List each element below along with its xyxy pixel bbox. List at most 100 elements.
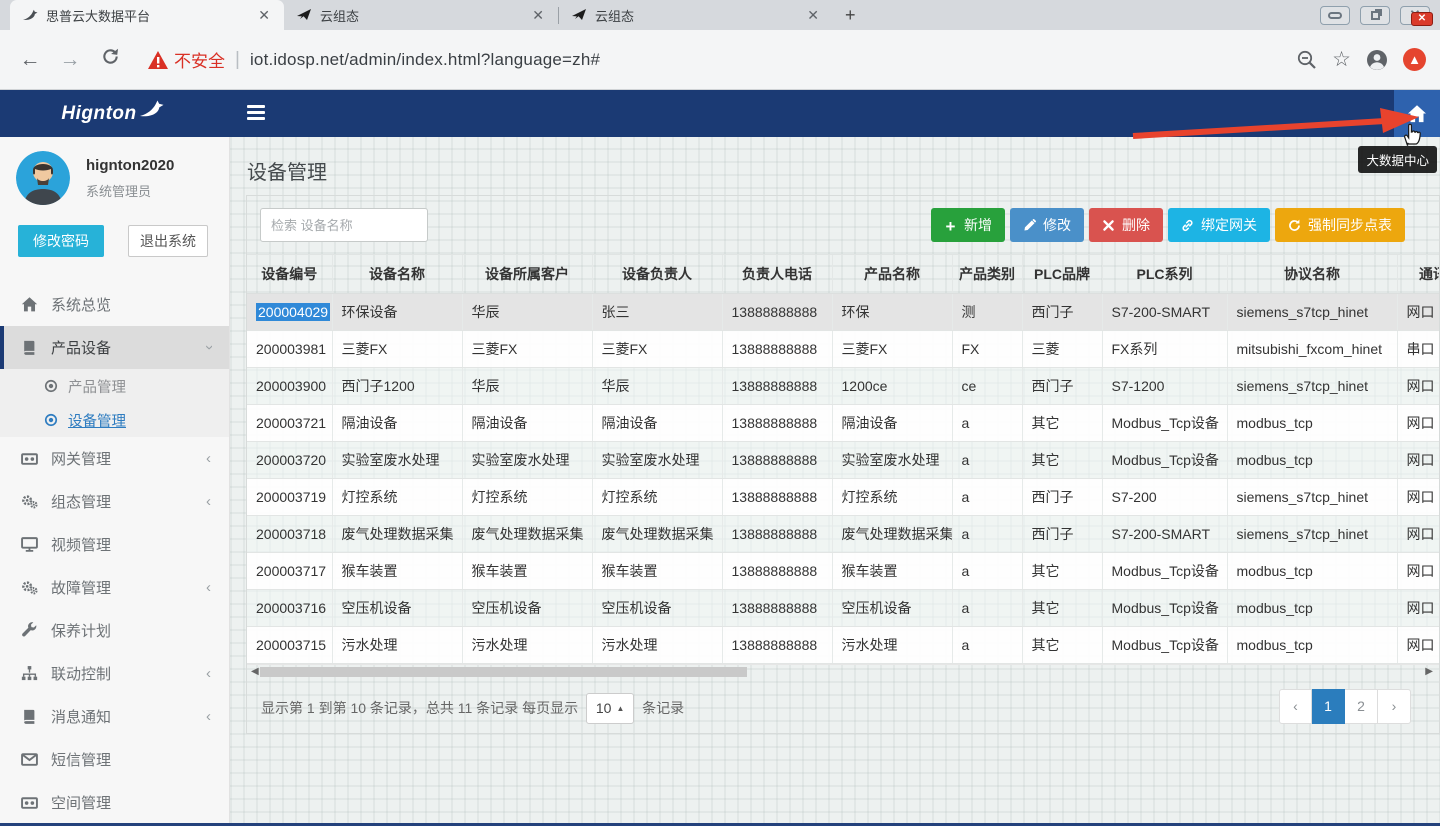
table-row[interactable]: 200003718废气处理数据采集废气处理数据采集废气处理数据采集1388888… bbox=[247, 515, 1439, 552]
scroll-right-icon[interactable]: ▶ bbox=[1425, 666, 1433, 677]
forward-icon[interactable]: → bbox=[50, 48, 90, 72]
horizontal-scrollbar[interactable]: ◀ ▶ bbox=[247, 664, 1439, 679]
logout-button[interactable]: 退出系统 bbox=[128, 225, 208, 257]
pagination-row: 显示第 1 到第 10 条记录，总共 11 条记录 每页显示 10 ▲ 条记录 … bbox=[247, 679, 1439, 733]
table-cell: 灯控系统 bbox=[332, 478, 462, 515]
sidebar-item-label: 视频管理 bbox=[51, 534, 111, 555]
restore-button[interactable] bbox=[1360, 6, 1390, 25]
table-cell: 13888888888 bbox=[722, 367, 832, 404]
sidebar-item-sms-manage[interactable]: 短信管理 bbox=[0, 738, 229, 781]
profile-icon[interactable] bbox=[1365, 48, 1389, 72]
table-row[interactable]: 200003900西门子1200华辰华辰138888888881200cece西… bbox=[247, 367, 1439, 404]
sidebar-item-message-notify[interactable]: 消息通知‹ bbox=[0, 695, 229, 738]
minimize-button[interactable] bbox=[1320, 6, 1350, 25]
scrollbar-thumb[interactable] bbox=[260, 667, 747, 677]
username: hignton2020 bbox=[86, 157, 174, 174]
sidebar-item-linkage-control[interactable]: 联动控制‹ bbox=[0, 652, 229, 695]
back-icon[interactable]: ← bbox=[10, 48, 50, 72]
close-button[interactable]: ✕ ✕ bbox=[1400, 6, 1430, 25]
table-cell: 灯控系统 bbox=[832, 478, 952, 515]
delete-button[interactable]: 删除 bbox=[1089, 208, 1163, 242]
browser-tab-1[interactable]: 思普云大数据平台 ✕ bbox=[10, 0, 284, 30]
table-row[interactable]: 200004029环保设备华辰张三13888888888环保测西门子S7-200… bbox=[247, 293, 1439, 330]
force-sync-button[interactable]: 强制同步点表 bbox=[1275, 208, 1405, 242]
prev-page-button[interactable]: ‹ bbox=[1279, 689, 1312, 724]
sidebar-item-scada-manage[interactable]: 组态管理‹ bbox=[0, 480, 229, 523]
table-cell: S7-200-SMART bbox=[1102, 293, 1227, 330]
button-label: 新增 bbox=[964, 215, 992, 235]
table-cell: 200003715 bbox=[247, 626, 332, 663]
tab-close-icon[interactable]: ✕ bbox=[803, 7, 823, 24]
menu-toggle-icon[interactable] bbox=[247, 105, 265, 121]
film-icon bbox=[21, 794, 38, 811]
edit-button[interactable]: 修改 bbox=[1010, 208, 1084, 242]
column-header[interactable]: 设备负责人 bbox=[592, 255, 722, 293]
column-header[interactable]: PLC品牌 bbox=[1022, 255, 1102, 293]
table-cell: 空压机设备 bbox=[832, 589, 952, 626]
tab-close-icon[interactable]: ✕ bbox=[528, 7, 548, 24]
table-row[interactable]: 200003981三菱FX三菱FX三菱FX13888888888三菱FXFX三菱… bbox=[247, 330, 1439, 367]
security-warning[interactable]: 不安全 bbox=[148, 47, 225, 72]
table-row[interactable]: 200003715污水处理污水处理污水处理13888888888污水处理a其它M… bbox=[247, 626, 1439, 663]
sidebar-item-fault-manage[interactable]: 故障管理‹ bbox=[0, 566, 229, 609]
table-cell: modbus_tcp bbox=[1227, 441, 1397, 478]
column-header[interactable]: 产品类别 bbox=[952, 255, 1022, 293]
column-header[interactable]: PLC系列 bbox=[1102, 255, 1227, 293]
change-password-button[interactable]: 修改密码 bbox=[18, 225, 104, 257]
table-row[interactable]: 200003717猴车装置猴车装置猴车装置13888888888猴车装置a其它M… bbox=[247, 552, 1439, 589]
search-input[interactable] bbox=[260, 208, 428, 242]
avatar[interactable] bbox=[16, 151, 70, 205]
table-cell: S7-200 bbox=[1102, 478, 1227, 515]
table-row[interactable]: 200003719灯控系统灯控系统灯控系统13888888888灯控系统a西门子… bbox=[247, 478, 1439, 515]
table-cell: a bbox=[952, 515, 1022, 552]
table-cell: 空压机设备 bbox=[592, 589, 722, 626]
add-button[interactable]: + 新增 bbox=[931, 208, 1005, 242]
table-row[interactable]: 200003720实验室废水处理实验室废水处理实验室废水处理1388888888… bbox=[247, 441, 1439, 478]
browser-update-icon[interactable]: ▲ bbox=[1403, 48, 1426, 71]
column-header[interactable]: 协议名称 bbox=[1227, 255, 1397, 293]
column-header[interactable]: 设备所属客户 bbox=[462, 255, 592, 293]
sidebar-item-system-overview[interactable]: 系统总览 bbox=[0, 283, 229, 326]
sidebar-item-space-manage[interactable]: 空间管理 bbox=[0, 781, 229, 824]
sidebar-item-device-manage[interactable]: 设备管理 bbox=[0, 403, 229, 437]
tab-close-icon[interactable]: ✕ bbox=[254, 7, 274, 24]
browser-tab-3[interactable]: 云组态 ✕ bbox=[559, 0, 833, 30]
next-page-button[interactable]: › bbox=[1378, 689, 1411, 724]
column-header[interactable]: 产品名称 bbox=[832, 255, 952, 293]
sidebar-item-maintenance-plan[interactable]: 保养计划 bbox=[0, 609, 229, 652]
sidebar-item-gateway-manage[interactable]: 网关管理‹ bbox=[0, 437, 229, 480]
table-cell: Modbus_Tcp设备 bbox=[1102, 589, 1227, 626]
sidebar-item-video-manage[interactable]: 视频管理 bbox=[0, 523, 229, 566]
chevron-left-icon: ‹ bbox=[206, 493, 211, 510]
table-cell: 200003721 bbox=[247, 404, 332, 441]
sidebar-item-product-manage[interactable]: 产品管理 bbox=[0, 369, 229, 403]
button-label: 绑定网关 bbox=[1201, 215, 1257, 235]
sidebar-item-product-device[interactable]: 产品设备‹ bbox=[0, 326, 229, 369]
sidebar-item-label: 联动控制 bbox=[51, 663, 111, 684]
bind-gateway-button[interactable]: 绑定网关 bbox=[1168, 208, 1270, 242]
plus-icon: + bbox=[944, 219, 957, 232]
page-size-select[interactable]: 10 ▲ bbox=[586, 693, 634, 724]
main-content: 设备管理 +新增修改删除绑定网关强制同步点表 设备编号设备名称设备所属客户设备负… bbox=[230, 137, 1440, 826]
table-row[interactable]: 200003716空压机设备空压机设备空压机设备13888888888空压机设备… bbox=[247, 589, 1439, 626]
scroll-left-icon[interactable]: ◀ bbox=[251, 666, 259, 677]
toolbar-right-icons: ☆ ▲ bbox=[1296, 47, 1440, 72]
pagination-summary-prefix: 显示第 1 到第 10 条记录，总共 11 条记录 每页显示 bbox=[261, 698, 578, 718]
column-header[interactable]: 通讯方式 bbox=[1397, 255, 1439, 293]
table-toolbar: + 新增修改删除 绑定网关强制同步点表 bbox=[247, 196, 1439, 254]
page-button-1[interactable]: 1 bbox=[1312, 689, 1345, 724]
column-header[interactable]: 设备名称 bbox=[332, 255, 462, 293]
zoom-out-icon[interactable] bbox=[1296, 49, 1318, 71]
address-bar[interactable]: iot.idosp.net/admin/index.html?language=… bbox=[250, 50, 600, 70]
page-button-2[interactable]: 2 bbox=[1345, 689, 1378, 724]
column-header[interactable]: 设备编号 bbox=[247, 255, 332, 293]
browser-tab-2[interactable]: 云组态 ✕ bbox=[284, 0, 558, 30]
chevron-left-icon: ‹ bbox=[206, 708, 211, 725]
bookmark-star-icon[interactable]: ☆ bbox=[1332, 47, 1351, 72]
dot-icon bbox=[44, 413, 58, 427]
new-tab-button[interactable]: + bbox=[833, 5, 868, 30]
table-row[interactable]: 200003721隔油设备隔油设备隔油设备13888888888隔油设备a其它M… bbox=[247, 404, 1439, 441]
column-header[interactable]: 负责人电话 bbox=[722, 255, 832, 293]
reload-icon[interactable] bbox=[90, 47, 130, 72]
table-cell: 200003900 bbox=[247, 367, 332, 404]
